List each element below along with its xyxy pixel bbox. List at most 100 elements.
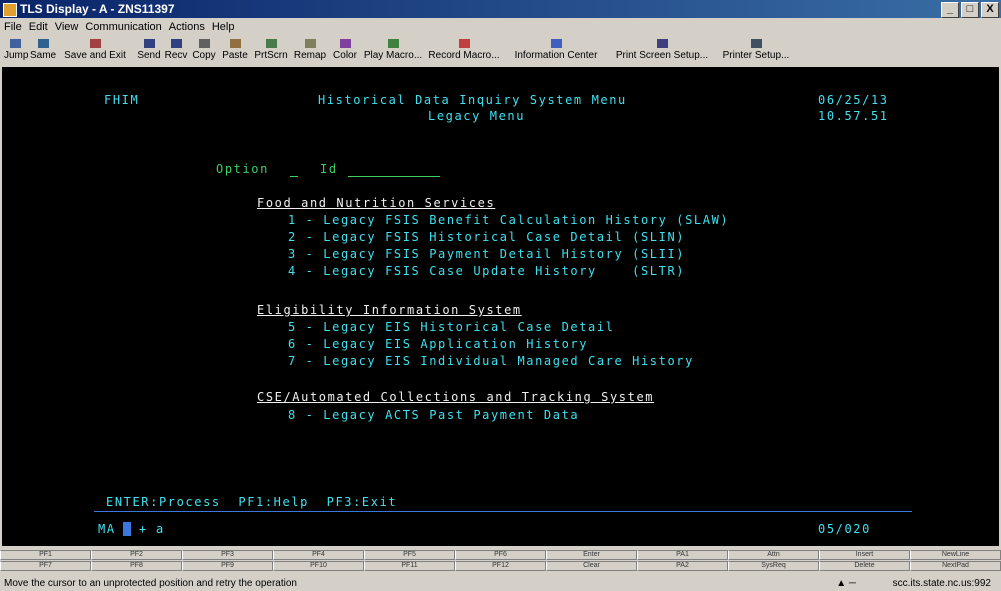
menu-title: Historical Data Inquiry System Menu bbox=[318, 93, 627, 107]
key-newline[interactable]: NewLine bbox=[910, 550, 1001, 560]
toolbar-label: Jump bbox=[4, 50, 29, 61]
menu-option-6: 6 - Legacy EIS Application History bbox=[288, 337, 589, 351]
oia-divider bbox=[94, 511, 912, 512]
menu-option-4: 4 - Legacy FSIS Case Update History (SLT… bbox=[288, 264, 686, 278]
menu-option-1: 1 - Legacy FSIS Benefit Calculation Hist… bbox=[288, 213, 730, 227]
key-pf5[interactable]: PF5 bbox=[364, 550, 455, 560]
status-message: Move the cursor to an unprotected positi… bbox=[4, 578, 297, 589]
toolbar-record-macro-button[interactable]: Record Macro... bbox=[428, 38, 500, 65]
key-pf11[interactable]: PF11 bbox=[364, 561, 455, 571]
toolbar-color-button[interactable]: Color bbox=[330, 38, 360, 65]
menu-option-8: 8 - Legacy ACTS Past Payment Data bbox=[288, 408, 580, 422]
toolbar-paste-button[interactable]: Paste bbox=[220, 38, 250, 65]
key-nextpad[interactable]: NextPad bbox=[910, 561, 1001, 571]
option-label: Option bbox=[216, 162, 269, 176]
toolbar-label: Information Center bbox=[514, 50, 598, 61]
toolbar-prtscrn-button[interactable]: PrtScrn bbox=[252, 38, 290, 65]
paste-icon bbox=[229, 39, 241, 48]
record-macro-icon bbox=[458, 39, 470, 48]
menu-help[interactable]: Help bbox=[212, 19, 235, 35]
key-insert[interactable]: Insert bbox=[819, 550, 910, 560]
toolbar-label: Recv bbox=[164, 50, 188, 61]
key-pf7[interactable]: PF7 bbox=[0, 561, 91, 571]
function-key-pad: PF1 PF2 PF3 PF4 PF5 PF6 Enter PA1 Attn Insert NewL… bbox=[0, 547, 1001, 577]
id-label: Id bbox=[320, 162, 338, 176]
key-pa2[interactable]: PA2 bbox=[637, 561, 728, 571]
toolbar-save-and-exit-button[interactable]: Save and Exit bbox=[58, 38, 132, 65]
key-pa1[interactable]: PA1 bbox=[637, 550, 728, 560]
toolbar-jump-button[interactable]: Jump bbox=[4, 38, 29, 65]
key-sysreq[interactable]: SysReq bbox=[728, 561, 819, 571]
toolbar-label: Paste bbox=[222, 50, 248, 61]
key-pf12[interactable]: PF12 bbox=[455, 561, 546, 571]
system-id: FHIM bbox=[104, 93, 140, 107]
key-pf4[interactable]: PF4 bbox=[273, 550, 364, 560]
key-pf8[interactable]: PF8 bbox=[91, 561, 182, 571]
toolbar-label: Send bbox=[137, 50, 161, 61]
section-heading-acts: CSE/Automated Collections and Tracking S… bbox=[257, 390, 655, 404]
menu-option-7: 7 - Legacy EIS Individual Managed Care H… bbox=[288, 354, 694, 368]
info-icon bbox=[550, 39, 562, 48]
key-pf10[interactable]: PF10 bbox=[273, 561, 364, 571]
color-icon bbox=[339, 39, 351, 48]
menu-file[interactable]: File bbox=[4, 19, 22, 35]
toolbar-printer-setup-button[interactable]: Printer Setup... bbox=[716, 38, 796, 65]
key-pf2[interactable]: PF2 bbox=[91, 550, 182, 560]
menu-option-2: 2 - Legacy FSIS Historical Case Detail (… bbox=[288, 230, 686, 244]
key-delete[interactable]: Delete bbox=[819, 561, 910, 571]
menu-option-3: 3 - Legacy FSIS Payment Detail History (… bbox=[288, 247, 686, 261]
status-bar: Move the cursor to an unprotected positi… bbox=[0, 577, 1001, 591]
toolbar: Jump Same Save and Exit Send Recv Copy Paste Pr… bbox=[0, 36, 1001, 66]
toolbar-same-button[interactable]: Same bbox=[30, 38, 56, 65]
toolbar-label: Remap bbox=[293, 50, 327, 61]
section-heading-fns: Food and Nutrition Services bbox=[257, 196, 496, 210]
toolbar-label: Print Screen Setup... bbox=[615, 50, 709, 61]
key-pf3[interactable]: PF3 bbox=[182, 550, 273, 560]
send-icon bbox=[143, 39, 155, 48]
printer-icon bbox=[750, 39, 762, 48]
terminal-screen[interactable]: FHIM Historical Data Inquiry System Menu… bbox=[2, 67, 999, 546]
connection-icon: ▲ ─ bbox=[836, 578, 856, 589]
toolbar-print-screen-setup-button[interactable]: Print Screen Setup... bbox=[612, 38, 712, 65]
key-enter[interactable]: Enter bbox=[546, 550, 637, 560]
toolbar-play-macro-button[interactable]: Play Macro... bbox=[362, 38, 424, 65]
toolbar-label: Save and Exit bbox=[64, 50, 126, 61]
key-pf6[interactable]: PF6 bbox=[455, 550, 546, 560]
toolbar-information-center-button[interactable]: Information Center bbox=[503, 38, 609, 65]
close-button[interactable]: X bbox=[981, 2, 999, 18]
toolbar-label: Printer Setup... bbox=[722, 50, 790, 61]
cursor-position: 05/020 bbox=[818, 522, 871, 536]
minimize-button[interactable]: _ bbox=[941, 2, 959, 18]
screen-date: 06/25/13 bbox=[818, 93, 889, 107]
toolbar-label: Same bbox=[30, 50, 57, 61]
menu-actions[interactable]: Actions bbox=[169, 19, 205, 35]
host-address: scc.its.state.nc.us:992 bbox=[892, 578, 991, 589]
key-attn[interactable]: Attn bbox=[728, 550, 819, 560]
toolbar-label: Record Macro... bbox=[428, 50, 500, 61]
toolbar-remap-button[interactable]: Remap bbox=[292, 38, 328, 65]
function-key-hints: ENTER:Process PF1:Help PF3:Exit bbox=[106, 495, 398, 509]
title-bar: TLS Display - A - ZNS11397 _ □ X bbox=[0, 0, 1001, 18]
toolbar-label: PrtScrn bbox=[254, 50, 288, 61]
key-pf1[interactable]: PF1 bbox=[0, 550, 91, 560]
toolbar-label: Copy bbox=[192, 50, 216, 61]
menu-edit[interactable]: Edit bbox=[29, 19, 48, 35]
menu-view[interactable]: View bbox=[55, 19, 79, 35]
save-exit-icon bbox=[89, 39, 101, 48]
toolbar-label: Color bbox=[333, 50, 357, 61]
maximize-button[interactable]: □ bbox=[961, 2, 979, 18]
toolbar-recv-button[interactable]: Recv bbox=[163, 38, 189, 65]
menu-communication[interactable]: Communication bbox=[85, 19, 161, 35]
key-pf9[interactable]: PF9 bbox=[182, 561, 273, 571]
same-icon bbox=[37, 39, 49, 48]
toolbar-copy-button[interactable]: Copy bbox=[190, 38, 218, 65]
section-heading-eis: Eligibility Information System bbox=[257, 303, 522, 317]
toolbar-send-button[interactable]: Send bbox=[136, 38, 162, 65]
menu-option-5: 5 - Legacy EIS Historical Case Detail bbox=[288, 320, 615, 334]
key-clear[interactable]: Clear bbox=[546, 561, 637, 571]
text-cursor bbox=[123, 522, 131, 536]
print-screen-icon bbox=[265, 39, 277, 48]
oia-plus: + bbox=[139, 522, 148, 536]
toolbar-label: Play Macro... bbox=[363, 50, 423, 61]
screen-time: 10.57.51 bbox=[818, 109, 889, 123]
